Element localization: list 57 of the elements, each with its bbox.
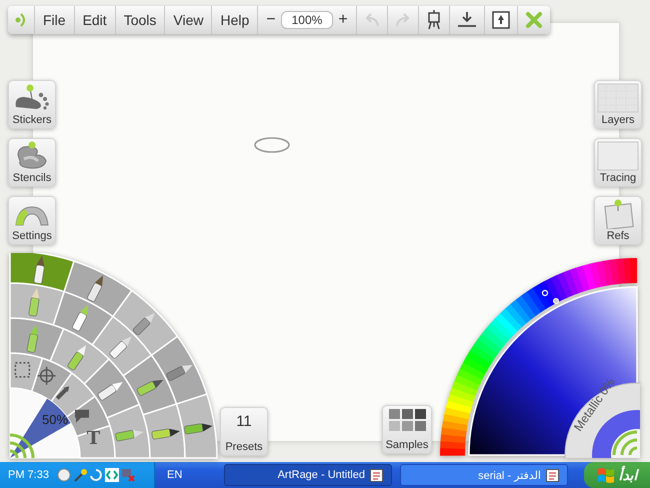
ellipse-stroke	[253, 136, 291, 154]
layer-thumbnail	[596, 83, 640, 113]
paint-bottle-icon[interactable]	[114, 430, 144, 442]
brush-size-value: 50%	[42, 412, 68, 427]
redo-icon	[394, 13, 411, 27]
taskbar-button[interactable]: ArtRage - Untitled	[224, 464, 392, 486]
paintbrush-icon[interactable]	[33, 256, 45, 284]
zoom-in-button[interactable]: +	[336, 11, 350, 29]
notepad-icon	[370, 468, 383, 482]
settings-button[interactable]: Settings	[8, 196, 56, 245]
presets-button[interactable]: 11 Presets	[220, 407, 268, 456]
language-indicator[interactable]: EN	[155, 469, 194, 481]
clock: PM 7:33	[8, 469, 49, 481]
samples-button[interactable]: Samples	[382, 405, 432, 454]
palette-knife-icon[interactable]	[132, 313, 155, 336]
paint-tube-icon[interactable]	[97, 382, 123, 402]
refs-button[interactable]: Refs	[594, 196, 642, 245]
stencils-button[interactable]: Stencils	[8, 138, 56, 187]
transform-tool-icon[interactable]	[36, 366, 56, 386]
zoom-out-button[interactable]: −	[264, 11, 278, 29]
tracing-button[interactable]: Tracing	[594, 138, 642, 187]
menu-item[interactable]: View	[165, 6, 212, 34]
notepad-icon	[546, 468, 559, 482]
glitter-tube-icon[interactable]	[151, 428, 180, 440]
brush-size-swatch[interactable]	[10, 398, 71, 458]
stickers-button[interactable]: Stickers	[8, 80, 56, 129]
pencil-icon[interactable]	[28, 288, 40, 317]
menu-item[interactable]: Edit	[74, 6, 116, 34]
crayon-icon[interactable]	[26, 324, 38, 354]
selection-tool-icon[interactable]	[14, 362, 30, 378]
hue-marker[interactable]	[542, 290, 548, 296]
menu-item[interactable]: File	[35, 6, 75, 34]
menu-item[interactable]: Help	[212, 6, 258, 34]
swirl-icon[interactable]	[88, 468, 103, 482]
concentric-arcs-icon[interactable]	[10, 434, 34, 458]
zoom-field[interactable]: 100%	[280, 11, 334, 29]
layers-button[interactable]: Layers	[594, 80, 642, 129]
tracing-thumbnail	[596, 141, 640, 171]
ink-pen-icon[interactable]	[136, 380, 164, 396]
magic-wand-icon[interactable]	[72, 468, 87, 482]
windows-logo-icon	[596, 467, 614, 483]
undo-icon	[364, 13, 380, 27]
paintbrush-icon[interactable]	[86, 275, 104, 302]
marker-icon[interactable]	[184, 423, 212, 435]
text-tool-icon[interactable]: T	[86, 428, 100, 450]
hue-ring[interactable]	[440, 258, 637, 456]
taskbar-button[interactable]: serial - الدفتر	[400, 464, 568, 486]
menu-item[interactable]: Tools	[116, 6, 166, 34]
tool-slot[interactable]	[9, 253, 75, 292]
swatch-grid-icon	[387, 408, 427, 434]
airbrush-icon[interactable]	[108, 336, 132, 360]
roller-icon[interactable]	[72, 304, 88, 332]
smudge-tool-icon[interactable]	[75, 410, 89, 423]
pen-icon[interactable]	[166, 364, 193, 382]
bracket-icon[interactable]	[104, 468, 119, 482]
paint-tube-icon[interactable]	[66, 345, 86, 371]
color-marker[interactable]	[553, 298, 559, 304]
